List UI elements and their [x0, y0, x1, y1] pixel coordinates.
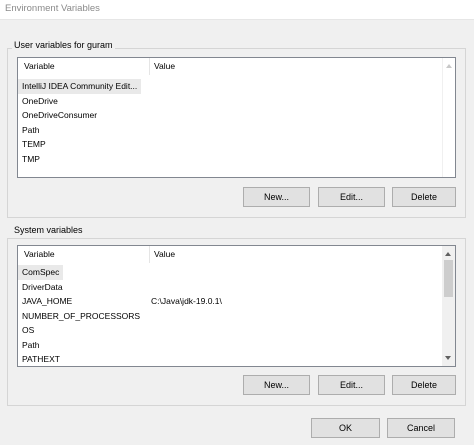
column-header-value[interactable]: Value [150, 58, 440, 75]
list-item[interactable]: DriverData [18, 280, 442, 295]
list-item[interactable]: Path [18, 123, 442, 138]
variable-name: TEMP [22, 139, 46, 149]
list-item[interactable]: PATHEXT [18, 352, 442, 366]
cancel-button[interactable]: Cancel [387, 418, 455, 438]
system-new-button[interactable]: New... [243, 375, 310, 395]
list-item[interactable]: OS [18, 323, 442, 338]
system-variables-label: System variables [12, 225, 85, 235]
list-item[interactable]: ComSpec [18, 265, 442, 280]
variable-name: TMP [22, 153, 40, 164]
user-delete-button[interactable]: Delete [392, 187, 456, 207]
system-list-header: Variable Value [18, 246, 455, 263]
variable-name: NUMBER_OF_PROCESSORS [22, 310, 141, 321]
title-bar: Environment Variables [0, 0, 474, 20]
variable-name: OS [22, 325, 35, 335]
system-list-scrollbar[interactable] [442, 246, 455, 366]
variable-name: PATHEXT [22, 354, 60, 364]
variable-value: C:\Java\jdk-19.0.1\ [151, 296, 222, 306]
system-variables-list[interactable]: Variable Value ComSpec DriverData JAVA_H… [17, 245, 456, 367]
list-item[interactable]: NUMBER_OF_PROCESSORS [18, 309, 442, 324]
variable-name: OneDrive [22, 95, 58, 106]
variable-name: JAVA_HOME [22, 296, 73, 306]
list-item[interactable]: OneDriveConsumer [18, 108, 442, 123]
list-item[interactable]: JAVA_HOME C:\Java\jdk-19.0.1\ [18, 294, 442, 309]
system-edit-button[interactable]: Edit... [318, 375, 385, 395]
list-item[interactable]: TMP [18, 152, 442, 167]
user-variables-label: User variables for guram [12, 40, 115, 50]
list-item[interactable]: IntelliJ IDEA Community Edit... [18, 79, 442, 94]
system-delete-button[interactable]: Delete [392, 375, 456, 395]
variable-name: IntelliJ IDEA Community Edit... [18, 79, 142, 94]
user-edit-button[interactable]: Edit... [318, 187, 385, 207]
list-item[interactable]: OneDrive [18, 94, 442, 109]
list-item[interactable]: TEMP [18, 137, 442, 152]
variable-name: ComSpec [18, 265, 64, 280]
window-title: Environment Variables [5, 3, 100, 14]
column-header-variable[interactable]: Variable [20, 58, 148, 75]
column-header-variable[interactable]: Variable [20, 246, 148, 263]
user-list-scrollbar[interactable] [442, 58, 455, 177]
variable-name: Path [22, 339, 40, 350]
scroll-up-arrow-icon[interactable] [446, 64, 452, 68]
list-item[interactable]: Path [18, 338, 442, 353]
variable-name: Path [22, 124, 40, 135]
scroll-thumb[interactable] [444, 260, 453, 297]
user-variables-list[interactable]: Variable Value IntelliJ IDEA Community E… [17, 57, 456, 178]
variable-name: OneDriveConsumer [22, 110, 98, 120]
user-new-button[interactable]: New... [243, 187, 310, 207]
column-header-value[interactable]: Value [150, 246, 440, 263]
variable-name: DriverData [22, 281, 63, 292]
user-list-header: Variable Value [18, 58, 455, 75]
ok-button[interactable]: OK [311, 418, 380, 438]
scroll-up-arrow-icon[interactable] [445, 252, 451, 256]
scroll-down-arrow-icon[interactable] [445, 356, 451, 360]
